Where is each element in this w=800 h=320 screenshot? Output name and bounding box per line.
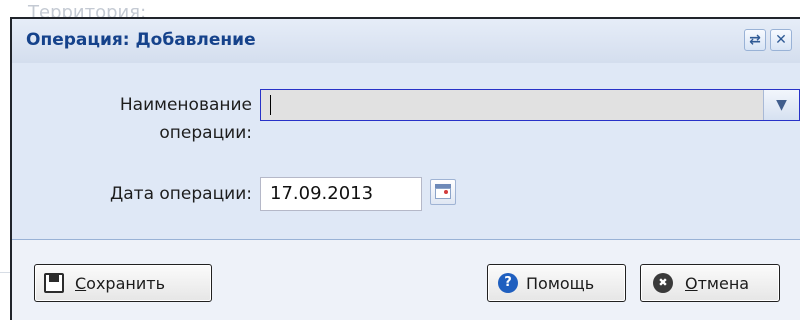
dialog-titlebar[interactable]: Операция: Добавление ⇄ ✕	[12, 19, 800, 64]
operation-dialog: Операция: Добавление ⇄ ✕ Наименование оп…	[10, 17, 800, 320]
cancel-button[interactable]: ✖ Отмена	[640, 264, 780, 302]
operation-date-label: Дата операции:	[109, 184, 252, 204]
help-button[interactable]: ? Помощь	[487, 264, 626, 302]
calendar-icon[interactable]	[430, 179, 456, 205]
cancel-icon: ✖	[653, 273, 673, 293]
cancel-button-label: Отмена	[685, 274, 750, 293]
refresh-icon[interactable]: ⇄	[744, 29, 766, 51]
chevron-down-icon[interactable]: ▼	[763, 90, 799, 120]
operation-date-input[interactable]: 17.09.2013	[260, 177, 422, 211]
help-icon: ?	[498, 273, 518, 293]
operation-name-label: Наименование операции:	[52, 91, 252, 147]
save-button[interactable]: Сохранить	[34, 264, 212, 302]
operation-name-label-line2: операции:	[159, 123, 252, 143]
text-caret	[270, 95, 271, 115]
operation-name-label-line1: Наименование	[119, 95, 252, 115]
dialog-form-panel: Наименование операции: ▼ Дата операции: …	[12, 63, 800, 240]
save-icon	[44, 273, 64, 293]
close-icon[interactable]: ✕	[770, 29, 792, 51]
save-button-label: Сохранить	[75, 274, 165, 293]
operation-name-combobox[interactable]: ▼	[260, 89, 800, 121]
dialog-title: Операция: Добавление	[26, 30, 256, 50]
help-button-label: Помощь	[526, 274, 595, 293]
